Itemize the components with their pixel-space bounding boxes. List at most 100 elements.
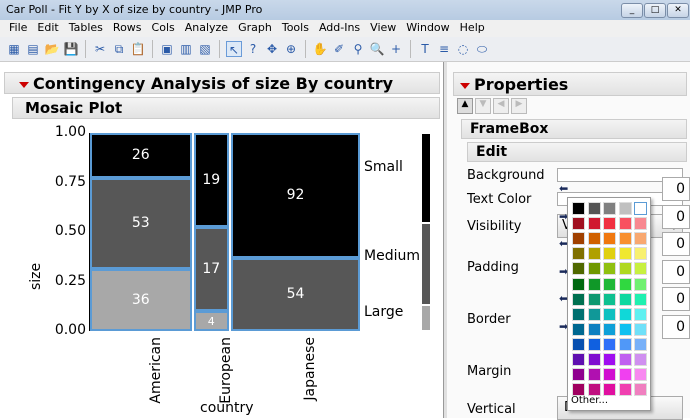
- color-swatch[interactable]: [618, 383, 632, 397]
- mosaic-cell-japanese-small[interactable]: 92: [230, 133, 360, 258]
- maximize-button[interactable]: □: [644, 3, 666, 18]
- line-icon[interactable]: ≡: [436, 41, 452, 57]
- mosaic-cell-japanese-medium[interactable]: 54: [230, 257, 360, 331]
- color-swatch[interactable]: [618, 217, 632, 231]
- color-swatch[interactable]: [572, 277, 585, 291]
- menu-edit[interactable]: Edit: [32, 20, 63, 37]
- color-swatch[interactable]: [572, 307, 585, 321]
- lasso-icon[interactable]: ✐: [331, 41, 347, 57]
- spacing-value-field[interactable]: 0: [662, 177, 690, 201]
- ellipse-icon[interactable]: ⬭: [474, 41, 490, 57]
- color-swatch[interactable]: [603, 322, 616, 336]
- spacing-value-field[interactable]: 0: [662, 232, 690, 256]
- color-swatch[interactable]: [587, 202, 601, 215]
- copy-icon[interactable]: ⧉: [111, 41, 127, 57]
- zoom-icon[interactable]: 🔍: [369, 41, 385, 57]
- mosaic-cell-american-medium[interactable]: 53: [90, 177, 192, 269]
- color-swatch[interactable]: [572, 232, 585, 246]
- color-swatch[interactable]: [618, 202, 632, 215]
- color-swatch[interactable]: [634, 202, 647, 215]
- color-swatch[interactable]: [587, 307, 601, 321]
- spacing-value-field[interactable]: 0: [662, 287, 690, 311]
- color-swatch[interactable]: [634, 383, 647, 397]
- menu-rows[interactable]: Rows: [108, 20, 147, 37]
- color-swatch[interactable]: [587, 232, 601, 246]
- cut-icon[interactable]: ✂: [92, 41, 108, 57]
- brush-icon[interactable]: ⊕: [283, 41, 299, 57]
- color-swatch[interactable]: [618, 307, 632, 321]
- color-swatch[interactable]: [634, 337, 647, 351]
- color-swatch[interactable]: [572, 337, 585, 351]
- color-swatch[interactable]: [587, 217, 601, 231]
- color-swatch[interactable]: [603, 337, 616, 351]
- color-swatch[interactable]: [603, 202, 616, 215]
- color-swatch[interactable]: [572, 292, 585, 306]
- color-swatch[interactable]: [634, 353, 647, 366]
- color-swatch[interactable]: [634, 217, 647, 231]
- mosaic-cell-european-small[interactable]: 19: [193, 133, 229, 228]
- open-icon[interactable]: 📂: [44, 41, 60, 57]
- color-swatch[interactable]: [587, 277, 601, 291]
- menu-window[interactable]: Window: [401, 20, 454, 37]
- menu-analyze[interactable]: Analyze: [180, 20, 233, 37]
- color-swatch[interactable]: [587, 368, 601, 382]
- menu-add-ins[interactable]: Add-Ins: [314, 20, 365, 37]
- report-header[interactable]: Contingency Analysis of size By country: [4, 72, 440, 94]
- color-swatch[interactable]: [572, 368, 585, 382]
- minimize-button[interactable]: _: [621, 3, 643, 18]
- new-data-table-icon[interactable]: ▦: [6, 41, 22, 57]
- color-swatch[interactable]: [634, 307, 647, 321]
- forward-button[interactable]: ▶: [511, 98, 527, 114]
- data-table-icon[interactable]: ▣: [159, 41, 175, 57]
- paste-icon[interactable]: 📋: [130, 41, 146, 57]
- color-swatch[interactable]: [618, 262, 632, 276]
- mosaic-cell-american-large[interactable]: 36: [90, 269, 192, 331]
- color-swatch[interactable]: [572, 322, 585, 336]
- plus-icon[interactable]: +: [388, 41, 404, 57]
- color-swatch[interactable]: [572, 262, 585, 276]
- color-swatch[interactable]: [634, 247, 647, 261]
- red-triangle-menu-icon[interactable]: [460, 82, 470, 89]
- mosaic-cell-european-large[interactable]: 4: [193, 311, 229, 331]
- color-swatch[interactable]: [634, 292, 647, 306]
- color-swatch[interactable]: [572, 383, 585, 397]
- color-swatch[interactable]: [618, 277, 632, 291]
- close-button[interactable]: ✕: [667, 3, 689, 18]
- color-swatch[interactable]: [587, 383, 601, 397]
- spacing-value-field[interactable]: 0: [662, 315, 690, 339]
- other-color-link[interactable]: Other...: [571, 395, 608, 406]
- color-swatch[interactable]: [572, 217, 585, 231]
- color-swatch[interactable]: [587, 322, 601, 336]
- menu-cols[interactable]: Cols: [147, 20, 180, 37]
- mosaic-cell-american-small[interactable]: 26: [90, 133, 192, 178]
- color-swatch[interactable]: [603, 247, 616, 261]
- color-swatch[interactable]: [587, 353, 601, 366]
- color-swatch[interactable]: [587, 337, 601, 351]
- down-button[interactable]: ▼: [475, 98, 491, 114]
- color-swatch[interactable]: [603, 383, 616, 397]
- edit-header[interactable]: Edit: [467, 142, 687, 162]
- menu-file[interactable]: File: [4, 20, 32, 37]
- color-swatch[interactable]: [618, 322, 632, 336]
- crosshair-icon[interactable]: ✥: [264, 41, 280, 57]
- spacing-value-field[interactable]: 0: [662, 260, 690, 284]
- color-swatch[interactable]: [618, 353, 632, 366]
- color-swatch[interactable]: [603, 368, 616, 382]
- back-button[interactable]: ◀: [493, 98, 509, 114]
- color-swatch[interactable]: [587, 262, 601, 276]
- color-swatch[interactable]: [587, 247, 601, 261]
- color-swatch[interactable]: [618, 337, 632, 351]
- framebox-header[interactable]: FrameBox: [461, 119, 687, 139]
- color-swatch[interactable]: [634, 232, 647, 246]
- magnifier-icon[interactable]: ⚲: [350, 41, 366, 57]
- color-swatch[interactable]: [618, 247, 632, 261]
- mosaic-header[interactable]: Mosaic Plot: [12, 97, 440, 119]
- color-swatch[interactable]: [603, 307, 616, 321]
- properties-header[interactable]: Properties: [453, 72, 687, 96]
- layout-icon[interactable]: ▧: [197, 41, 213, 57]
- menu-tools[interactable]: Tools: [277, 20, 314, 37]
- mosaic-cell-european-medium[interactable]: 17: [193, 227, 229, 312]
- grabber-icon[interactable]: ✋: [312, 41, 328, 57]
- menu-view[interactable]: View: [365, 20, 401, 37]
- color-swatch[interactable]: [603, 292, 616, 306]
